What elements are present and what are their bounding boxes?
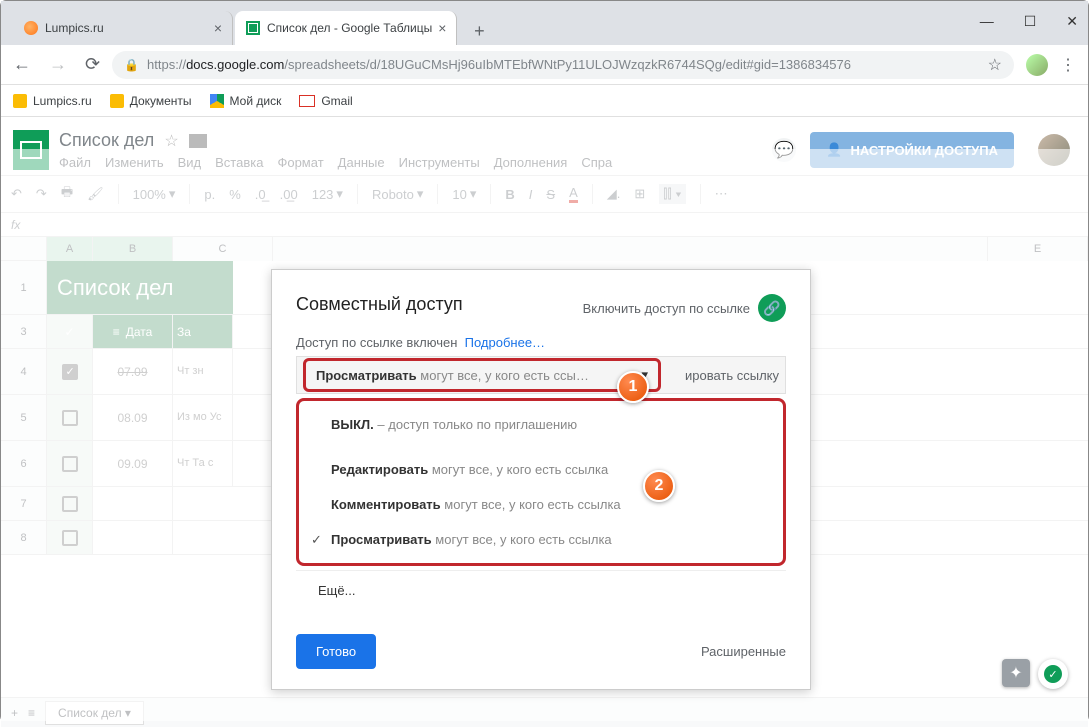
nav-controls: ← → ⟳ <box>13 54 100 75</box>
folder-icon <box>13 94 27 108</box>
bookmark-star-icon[interactable]: ☆ <box>988 55 1002 75</box>
corner-badges: ✦ <box>1002 659 1068 689</box>
option-view[interactable]: Просматривать могут все, у кого есть ссы… <box>299 522 783 557</box>
window-controls: — ☐ ✕ <box>980 13 1078 30</box>
menu-icon[interactable]: ⋮ <box>1060 55 1076 75</box>
advanced-link[interactable]: Расширенные <box>701 644 786 659</box>
permission-dropdown[interactable]: Просматривать могут все, у кого есть ссы… <box>303 358 661 392</box>
lock-icon: 🔒 <box>124 58 139 72</box>
folder-icon <box>110 94 124 108</box>
tab-title: Список дел - Google Таблицы <box>267 21 432 35</box>
browser-titlebar: Lumpics.ru × Список дел - Google Таблицы… <box>1 1 1088 45</box>
option-more[interactable]: Ещё... <box>296 570 786 610</box>
tab-title: Lumpics.ru <box>45 21 104 35</box>
callout-2: 2 <box>643 470 675 502</box>
learn-more-link[interactable]: Подробнее… <box>465 335 545 350</box>
option-comment[interactable]: Комментировать могут все, у кого есть сс… <box>299 487 783 522</box>
copy-link-button[interactable]: ировать ссылку <box>661 368 779 383</box>
enable-link-toggle[interactable]: Включить доступ по ссылке 🔗 <box>583 294 786 322</box>
bookmark-item[interactable]: Lumpics.ru <box>13 94 92 108</box>
minimize-icon[interactable]: — <box>980 13 994 30</box>
share-modal: Совместный доступ Включить доступ по ссы… <box>271 269 811 690</box>
modal-footer: Готово Расширенные <box>296 634 786 669</box>
reload-icon[interactable]: ⟳ <box>85 54 100 75</box>
folder-icon[interactable] <box>189 134 207 148</box>
star-icon[interactable]: ☆ <box>164 131 178 151</box>
forward-icon[interactable]: → <box>49 54 67 75</box>
link-status: Доступ по ссылке включен Подробнее… <box>296 335 786 350</box>
tab-close-icon[interactable]: × <box>438 20 446 36</box>
browser-toolbar: ← → ⟳ 🔒 https://docs.google.com/spreadsh… <box>1 45 1088 85</box>
link-icon: 🔗 <box>758 294 786 322</box>
callout-1: 1 <box>617 371 649 403</box>
option-off[interactable]: ВЫКЛ. – доступ только по приглашению <box>299 407 783 442</box>
gmail-icon <box>299 95 315 107</box>
address-bar[interactable]: 🔒 https://docs.google.com/spreadsheets/d… <box>112 51 1014 79</box>
permission-row: Просматривать могут все, у кого есть ссы… <box>296 356 786 394</box>
maximize-icon[interactable]: ☐ <box>1024 13 1037 30</box>
done-button[interactable]: Готово <box>296 634 376 669</box>
bookmarks-bar: Lumpics.ru Документы Мой диск Gmail <box>1 85 1088 117</box>
bookmark-item[interactable]: Мой диск <box>210 94 282 108</box>
favicon-lumpics <box>23 20 39 36</box>
tab-close-icon[interactable]: × <box>214 20 222 36</box>
explore-icon[interactable]: ✦ <box>1002 659 1030 687</box>
permission-options: ВЫКЛ. – доступ только по приглашению Ред… <box>296 398 786 566</box>
shield-check-icon[interactable] <box>1038 659 1068 689</box>
url-text: https://docs.google.com/spreadsheets/d/1… <box>147 57 851 72</box>
option-edit[interactable]: Редактировать могут все, у кого есть ссы… <box>299 452 783 487</box>
profile-avatar[interactable] <box>1026 54 1048 76</box>
doc-title[interactable]: Список дел <box>59 130 154 151</box>
bookmark-item[interactable]: Документы <box>110 94 192 108</box>
browser-tab-inactive[interactable]: Lumpics.ru × <box>13 11 233 45</box>
browser-tab-active[interactable]: Список дел - Google Таблицы × <box>235 11 457 45</box>
drive-icon <box>210 94 224 108</box>
close-icon[interactable]: ✕ <box>1066 13 1078 30</box>
back-icon[interactable]: ← <box>13 54 31 75</box>
new-tab-button[interactable]: + <box>465 17 493 45</box>
favicon-sheets <box>245 20 261 36</box>
bookmark-item[interactable]: Gmail <box>299 94 352 108</box>
